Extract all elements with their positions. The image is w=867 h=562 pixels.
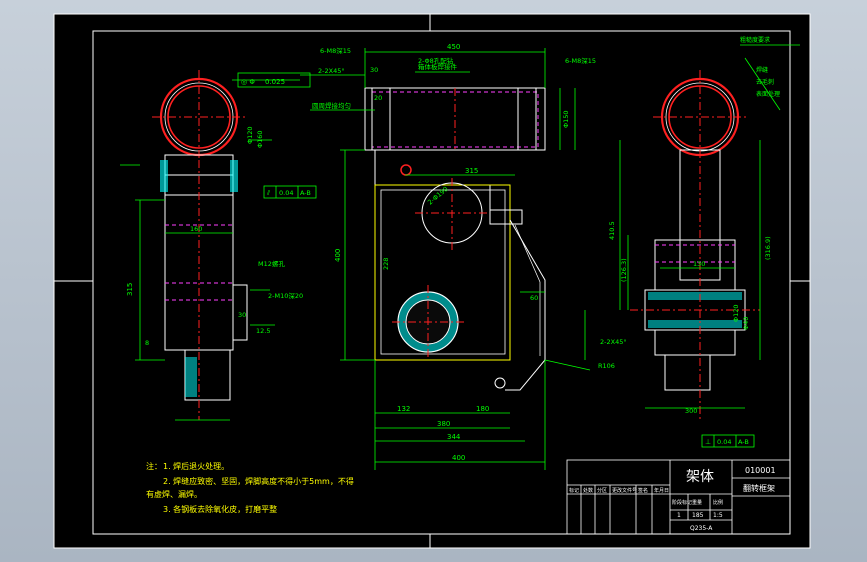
tolerance-flatness: 0.04 (279, 189, 293, 197)
notes-line-2: 2. 焊缝应致密、坚固，焊脚高度不得小于5mm，不得 (163, 476, 354, 486)
tolerance-ref-2: A-B (738, 438, 749, 446)
drawing-canvas: ◎ Φ 0.025 Φ120 Φ160 315 160 M12螺孔 2-M10深… (53, 13, 811, 549)
front-w344: 344 (447, 433, 461, 441)
left-m12: M12螺孔 (258, 259, 285, 268)
right-h126: (126.3) (620, 258, 628, 282)
front-h60: 60 (530, 294, 538, 302)
front-h228: 228 (382, 258, 390, 270)
header-mark: 标记 (569, 487, 579, 494)
part-name: 架体 (686, 469, 714, 485)
front-w400: 400 (452, 454, 465, 462)
tolerance-flatness-2: 0.04 (717, 438, 731, 446)
tolerance-ref: A-B (300, 189, 311, 197)
left-flatness: 0.025 (265, 78, 285, 86)
left-depth: 2-M10深20 (268, 291, 303, 300)
notes-heading: 注： (146, 461, 162, 471)
right-d120: Φ120 (732, 304, 740, 322)
scale-value: 1:5 (713, 512, 723, 519)
left-d30: 30 (238, 311, 246, 319)
assembly-name: 翻转框架 (743, 483, 775, 493)
weight-value: 185 (692, 512, 704, 519)
header-date: 年月日 (654, 487, 669, 494)
front-note-weld: 圆周焊接均匀 (312, 101, 351, 110)
svg-text:⊥: ⊥ (705, 438, 711, 446)
right-h316: (316.9) (764, 236, 772, 260)
right-h410: 410.5 (608, 221, 616, 240)
svg-text:◎ Φ: ◎ Φ (241, 78, 255, 86)
left-d8: 8 (145, 339, 149, 347)
material-value: Q235-A (690, 525, 713, 532)
row-weight: 重量 (692, 499, 702, 506)
header-count: 处数 (583, 487, 593, 494)
front-w132: 132 (397, 405, 410, 413)
front-d150: Φ150 (562, 110, 570, 128)
notes-line-1: 1. 焊后退火处理。 (163, 461, 229, 471)
header-zone: 分区 (597, 487, 607, 494)
right-note-3: 去毛刺 (756, 78, 774, 86)
right-d130: 130 (693, 260, 705, 268)
front-thread-right: 6-M8深15 (565, 56, 596, 65)
drawing-number: 010001 (745, 466, 776, 475)
front-c30: 2-2X45° (318, 67, 345, 75)
front-w380: 380 (437, 420, 450, 428)
front-wall: 20 (374, 94, 382, 102)
right-note-2: 焊缝 (756, 66, 768, 74)
notes-line-3: 有虚焊、漏焊。 (146, 489, 202, 499)
front-h400: 400 (334, 249, 342, 262)
right-c20: 2-2X45° (600, 338, 627, 346)
front-w450: 450 (447, 43, 460, 51)
right-note-1: 粗糙度要求 (740, 36, 770, 44)
front-r106: R106 (598, 362, 615, 370)
left-h160: 160 (190, 225, 202, 233)
front-thread: 6-M8深15 (320, 46, 351, 55)
right-note-4: 表面处理 (756, 90, 780, 98)
front-h30: 30 (370, 66, 378, 74)
qty-value: 1 (677, 512, 681, 519)
right-w300: 300 (685, 407, 697, 415)
header-sign: 签名 (638, 487, 648, 494)
row-stage: 阶段标记 (672, 499, 692, 506)
left-h315: 315 (126, 283, 134, 296)
header-doc: 更改文件号 (612, 487, 637, 494)
front-note-pitch: 2-Φ8孔配钻 (418, 56, 454, 65)
left-d160: Φ160 (256, 130, 264, 148)
row-scale: 比例 (713, 499, 723, 506)
left-d12: 12.5 (256, 327, 270, 335)
right-d40: Φ40 (742, 317, 750, 330)
front-w315: 315 (465, 167, 478, 175)
left-d120: Φ120 (246, 126, 254, 144)
front-w180: 180 (476, 405, 489, 413)
notes-line-4: 3. 各钢板去除氧化皮，打磨平整 (163, 504, 277, 514)
